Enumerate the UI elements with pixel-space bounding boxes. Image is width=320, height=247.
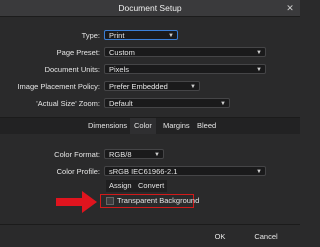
type-label: Type: [81, 31, 100, 40]
document-units-value: Pixels [109, 65, 130, 74]
chevron-down-icon: ▼ [154, 152, 160, 158]
chevron-down-icon: ▼ [220, 101, 226, 107]
window-title: Document Setup [118, 3, 182, 13]
type-select[interactable]: Print ▼ [104, 30, 178, 40]
image-placement-label: Image Placement Policy: [17, 82, 100, 91]
image-placement-select[interactable]: Prefer Embedded ▼ [104, 81, 200, 91]
settings-tabbar: Dimensions Color Margins Bleed [0, 117, 300, 135]
chevron-down-icon: ▼ [256, 169, 262, 175]
close-icon[interactable]: ✕ [284, 2, 296, 14]
chevron-down-icon: ▼ [256, 67, 262, 73]
page-preset-select[interactable]: Custom ▼ [104, 47, 266, 57]
color-profile-value: sRGB IEC61966-2.1 [109, 167, 178, 176]
actual-size-zoom-value: Default [109, 99, 133, 108]
chevron-down-icon: ▼ [168, 33, 174, 39]
page-preset-value: Custom [109, 48, 135, 57]
tab-margins[interactable]: Margins [159, 118, 194, 134]
color-format-label: Color Format: [54, 150, 100, 159]
image-placement-value: Prefer Embedded [109, 82, 168, 91]
actual-size-zoom-select[interactable]: Default ▼ [104, 98, 230, 108]
tab-dimensions[interactable]: Dimensions [84, 118, 131, 134]
transparent-background-label: Transparent Background [117, 196, 200, 205]
document-units-select[interactable]: Pixels ▼ [104, 64, 266, 74]
chevron-down-icon: ▼ [190, 84, 196, 90]
tab-color[interactable]: Color [130, 118, 156, 134]
red-arrow-icon [56, 191, 97, 213]
page-preset-label: Page Preset: [56, 48, 100, 57]
cancel-button[interactable]: Cancel [236, 231, 296, 243]
convert-button[interactable]: Convert [135, 180, 168, 192]
color-format-value: RGB/8 [109, 150, 132, 159]
color-profile-label: Color Profile: [56, 167, 100, 176]
transparent-background-option[interactable]: Transparent Background [100, 194, 199, 208]
color-settings-panel [0, 134, 300, 224]
window-titlebar: Document Setup ✕ [0, 0, 300, 17]
color-format-select[interactable]: RGB/8 ▼ [104, 149, 164, 159]
dialog-footer: OK Cancel [0, 224, 300, 247]
type-value: Print [109, 31, 125, 40]
document-units-label: Document Units: [44, 65, 100, 74]
chevron-down-icon: ▼ [256, 50, 262, 56]
transparent-background-checkbox[interactable] [106, 197, 114, 205]
tab-bleed[interactable]: Bleed [193, 118, 220, 134]
actual-size-zoom-label: 'Actual Size' Zoom: [36, 99, 100, 108]
assign-button[interactable]: Assign [106, 180, 135, 192]
color-profile-select[interactable]: sRGB IEC61966-2.1 ▼ [104, 166, 266, 176]
